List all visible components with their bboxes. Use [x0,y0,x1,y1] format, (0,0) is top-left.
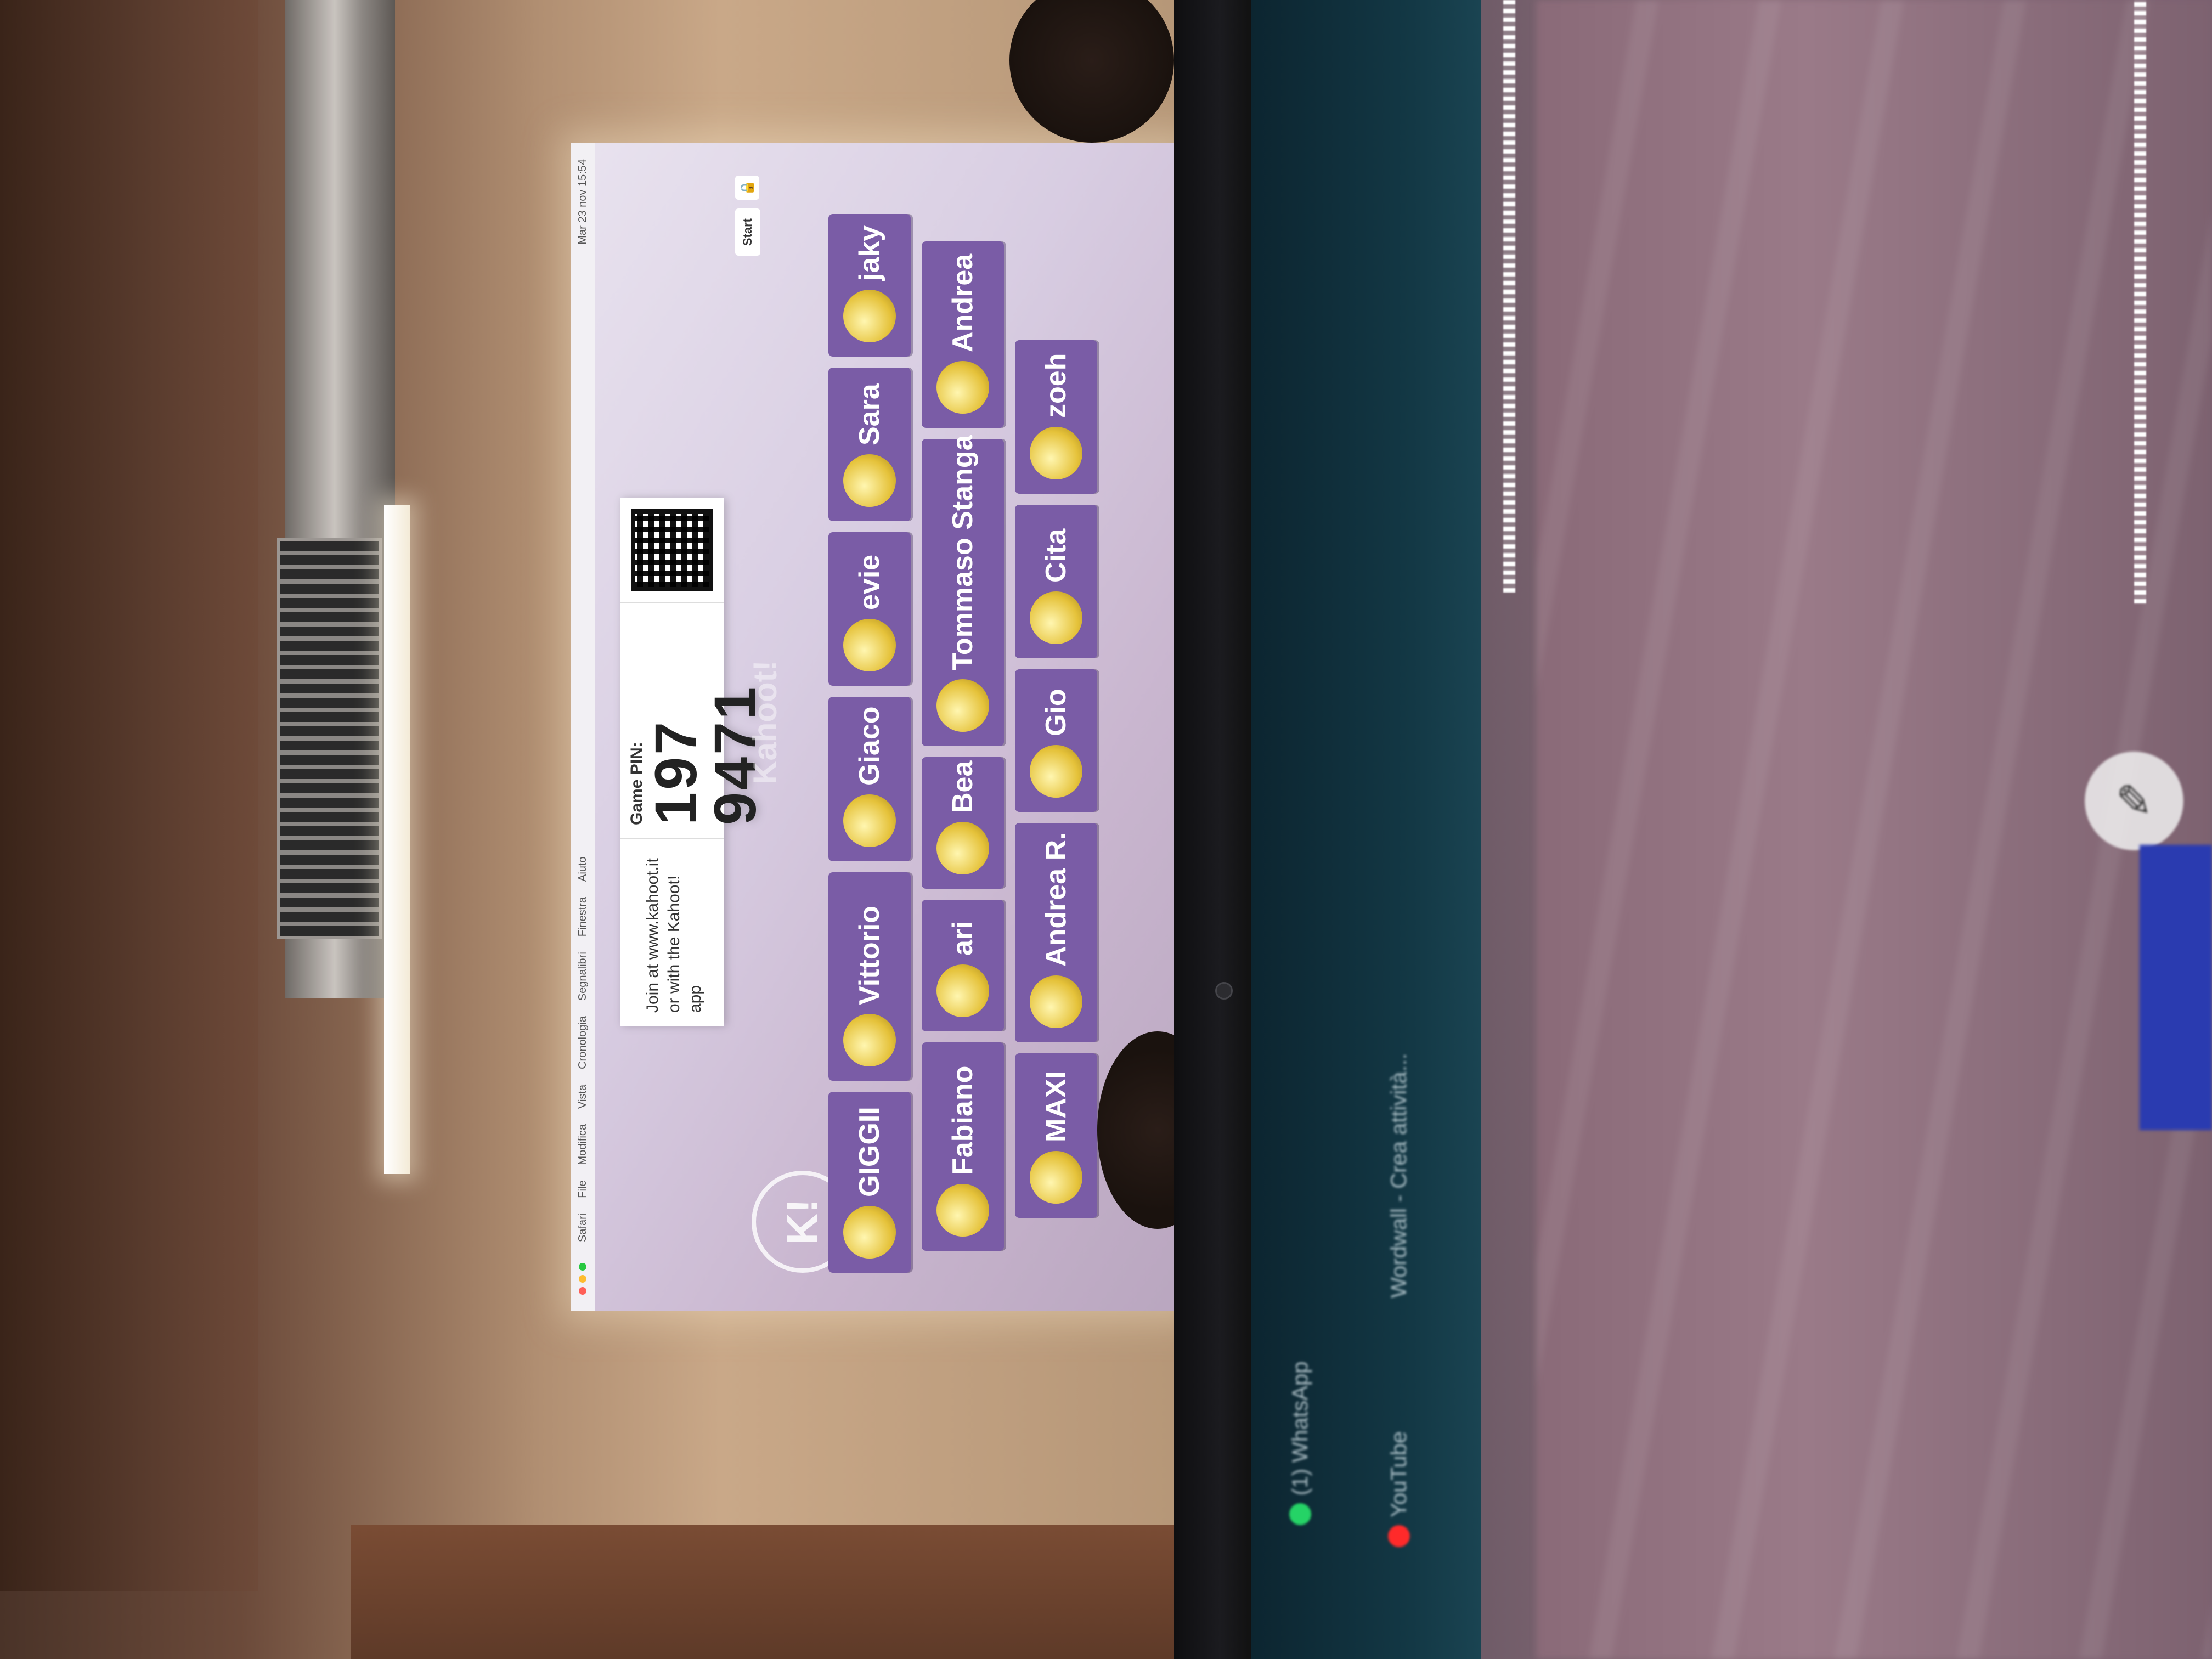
tab-title: (1) WhatsApp [1288,1361,1312,1496]
player-tile: Giaco [828,697,911,861]
player-avatar [936,361,989,414]
player-avatar [1030,745,1082,798]
player-name: Andrea [947,253,979,352]
player-tile: Fabiano [922,1042,1004,1251]
player-tile: ari [922,900,1004,1031]
player-tile: jaky [828,214,911,357]
menu-item: Finestra [576,896,589,937]
player-name: GIGGII [854,1107,885,1197]
tab-title: Wordwall - Crea attività... [1386,1053,1411,1298]
menu-item: Safari [576,1213,589,1242]
player-name: Gio [1040,689,1072,736]
player-avatar [936,822,989,874]
player-tile: Tommaso Stanga [922,435,1004,746]
player-name: Sara [854,383,885,445]
browser-tab[interactable]: (1) WhatsApp [1284,1328,1317,1525]
menu-item: Modifica [576,1124,589,1165]
led-light-reflection [1503,0,1515,592]
mac-menubar: Safari File Modifica Vista Cronologia Se… [571,143,595,1311]
player-name: Tommaso Stanga [947,435,979,670]
join-instructions: Join at www.kahoot.it or with the Kahoot… [620,839,724,1026]
wooden-ledge [351,1525,1207,1659]
join-card: Join at www.kahoot.it or with the Kahoot… [620,444,768,1026]
menu-item: File [576,1180,589,1198]
player-avatar [843,454,896,507]
laptop-bezel [1174,0,1251,1659]
kahoot-logo: Kahoot! [747,660,783,785]
led-light-reflection [2134,0,2146,603]
menu-item: Vista [576,1084,589,1109]
qr-code-box [620,498,724,603]
player-name: Bea [947,760,979,813]
player-avatar [843,619,896,672]
player-avatar [936,679,989,732]
player-tile: evie [828,532,911,686]
browser-tab-strip: (1) WhatsApp YouTube Wordwall - Crea att… [1251,0,1481,1659]
browser-tab[interactable]: Wordwall - Crea attività... [1383,1053,1415,1306]
ceiling-light [384,505,410,1174]
menu-item: Cronologia [576,1016,589,1069]
player-tile: Bea [922,757,1004,889]
join-app-line: or with the Kahoot! app [665,875,704,1013]
qr-code [631,509,713,591]
lock-icon: 🔒 [740,179,755,196]
youtube-icon [1388,1525,1410,1547]
player-name: evie [854,554,885,610]
player-name: Vittorio [854,905,885,1005]
whatsapp-icon [1289,1503,1311,1525]
browser-tab[interactable]: YouTube [1383,1350,1415,1547]
player-avatar [936,1184,989,1237]
player-avatar [936,964,989,1017]
player-name: Cita [1040,528,1072,583]
projection-screen: Safari File Modifica Vista Cronologia Se… [571,143,1185,1311]
player-name: Giaco [854,706,885,786]
menu-item: Aiuto [576,856,589,882]
photo-scene: Safari File Modifica Vista Cronologia Se… [0,0,2212,1659]
player-name: zoeh [1040,353,1072,418]
player-avatar [1030,975,1082,1028]
player-avatar [1030,591,1082,644]
menu-item: Segnalibri [576,952,589,1001]
player-name: jaky [854,225,885,281]
air-vent [277,538,382,939]
player-tile: Sara [828,368,911,521]
player-avatar [843,290,896,342]
player-tile: Andrea [922,241,1004,428]
wall-panel [0,0,258,1591]
blurred-blue-card [2140,845,2212,1130]
player-avatar [1030,1151,1082,1204]
game-pin-box: Game PIN: 197 9471 [620,603,768,839]
player-tile: Vittorio [828,872,911,1081]
edit-icon[interactable]: ✎ [2085,752,2183,850]
player-tile: MAXI [1015,1053,1097,1218]
player-tile: Gio [1015,669,1097,812]
webcam-icon [1215,982,1233,1000]
start-button[interactable]: Start [735,208,760,256]
player-name: ari [947,921,979,956]
player-tile: Andrea R. [1015,823,1097,1042]
player-avatar [843,794,896,847]
laptop-screen: (1) WhatsApp YouTube Wordwall - Crea att… [1251,0,2212,1659]
player-avatar [843,1014,896,1066]
player-name: Andrea R. [1040,832,1072,967]
window-controls [579,1263,586,1295]
kahoot-lobby: Safari File Modifica Vista Cronologia Se… [571,143,1185,1311]
lock-button[interactable]: 🔒 [735,176,759,200]
player-name: MAXI [1040,1071,1072,1142]
player-tile: GIGGII [828,1092,911,1273]
player-tile: zoeh [1015,340,1097,494]
player-avatar [843,1206,896,1259]
menubar-clock: Mar 23 nov 15:54 [576,159,589,245]
join-url-line: Join at www.kahoot.it [644,858,662,1013]
tab-title: YouTube [1386,1431,1411,1517]
player-name: Fabiano [947,1065,979,1175]
player-avatar [1030,427,1082,479]
player-tile: Cita [1015,505,1097,658]
